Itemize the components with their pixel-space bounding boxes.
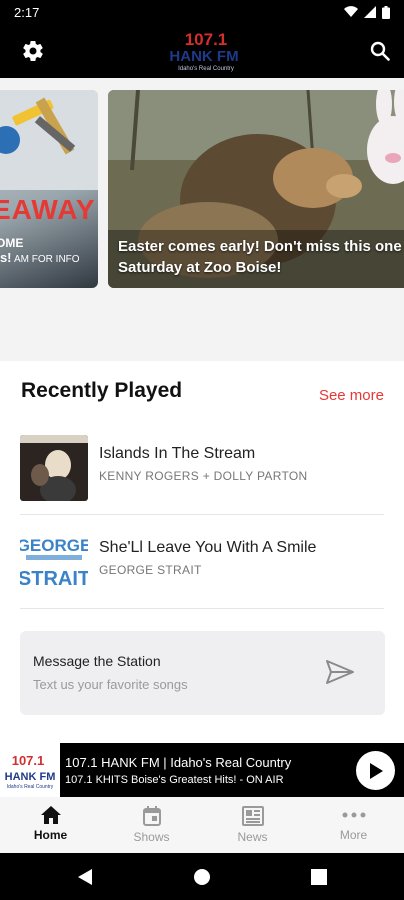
bottom-navigation: Home Shows News More [0, 797, 404, 853]
logo-tagline: Idaho's Real Country [178, 66, 234, 72]
svg-text:GEORGE: GEORGE [20, 536, 88, 555]
player-now-playing: 107.1 KHITS Boise's Greatest Hits! - ON … [65, 774, 284, 786]
carousel-card-easter[interactable]: Easter comes early! Don't miss this one … [108, 90, 404, 288]
svg-text:HANK FM: HANK FM [5, 771, 56, 783]
track-item[interactable]: Islands In The Stream KENNY ROGERS + DOL… [20, 421, 384, 515]
search-button[interactable] [366, 37, 394, 65]
album-art: GEORGE STRAIT [20, 529, 88, 595]
news-icon [241, 806, 264, 826]
nav-news[interactable]: News [202, 797, 303, 853]
nav-home[interactable]: Home [0, 797, 101, 853]
giveaway-sub1: OME [0, 236, 24, 250]
calendar-icon [142, 806, 161, 826]
svg-text:Idaho's Real Country: Idaho's Real Country [7, 784, 54, 790]
see-more-link[interactable]: See more [319, 387, 384, 404]
track-item[interactable]: GEORGE STRAIT She'Ll Leave You With A Sm… [20, 515, 384, 609]
status-time: 2:17 [14, 4, 40, 20]
player-station: 107.1 HANK FM | Idaho's Real Country [65, 755, 292, 770]
nav-more[interactable]: More [303, 797, 404, 853]
wifi-icon [344, 6, 358, 18]
gear-icon [23, 41, 43, 62]
back-triangle-icon [78, 869, 92, 885]
track-artist: GEORGE STRAIT [99, 563, 202, 577]
svg-text:107.1: 107.1 [12, 753, 45, 768]
featured-carousel[interactable]: EAWAY OME ns! AM FOR INFO Easter c [0, 78, 404, 361]
carousel-card-giveaway[interactable]: EAWAY OME ns! AM FOR INFO [0, 90, 98, 288]
search-icon [370, 41, 390, 61]
giveaway-text: EAWAY [0, 194, 96, 225]
main-content: EAWAY OME ns! AM FOR INFO Easter c [0, 78, 404, 743]
signal-icon [364, 6, 376, 18]
nav-home-label: Home [33, 828, 68, 842]
app-header: 107.1 HANK FM Idaho's Real Country [0, 24, 404, 78]
message-placeholder: Text us your favorite songs [33, 677, 188, 692]
status-bar: 2:17 [0, 0, 404, 24]
svg-text:STRAIT: STRAIT [20, 568, 88, 590]
status-icons [344, 5, 390, 19]
logo-name: HANK FM [169, 48, 238, 65]
player-station-logo: 107.1 HANK FM Idaho's Real Country [0, 743, 60, 797]
system-back-button[interactable] [74, 866, 96, 888]
giveaway-sub2: ns! [0, 250, 12, 265]
station-logo: 107.1 HANK FM Idaho's Real Country [165, 28, 247, 74]
album-art [20, 435, 88, 501]
more-icon [342, 812, 365, 818]
play-icon [369, 762, 383, 779]
system-recents-button[interactable] [308, 866, 330, 888]
play-button[interactable] [356, 751, 395, 790]
track-title: She'Ll Leave You With A Smile [99, 539, 317, 556]
nav-more-label: More [339, 828, 368, 842]
logo-number: 107.1 [185, 30, 228, 49]
track-title: Islands In The Stream [99, 445, 256, 462]
giveaway-sub3: AM FOR INFO [14, 254, 80, 265]
mini-player[interactable]: 107.1 HANK FM Idaho's Real Country 107.1… [0, 743, 404, 797]
nav-news-label: News [237, 830, 268, 844]
recently-played-section: Recently Played See more Islands In The … [0, 361, 404, 743]
send-icon[interactable] [325, 659, 355, 685]
home-circle-icon [194, 869, 210, 885]
system-home-button[interactable] [191, 866, 213, 888]
recently-played-title: Recently Played [21, 379, 183, 402]
recents-square-icon [311, 869, 327, 885]
easter-card-title: Easter comes early! Don't miss this one … [118, 238, 402, 276]
settings-button[interactable] [19, 37, 47, 65]
system-navigation-bar [0, 853, 404, 900]
track-artist: KENNY ROGERS + DOLLY PARTON [99, 469, 308, 483]
battery-icon [382, 5, 390, 19]
nav-shows-label: Shows [133, 830, 170, 844]
tools-image [0, 90, 98, 190]
nav-shows[interactable]: Shows [101, 797, 202, 853]
home-icon [40, 806, 61, 824]
message-title: Message the Station [33, 653, 161, 669]
message-station-card[interactable]: Message the Station Text us your favorit… [20, 631, 385, 715]
